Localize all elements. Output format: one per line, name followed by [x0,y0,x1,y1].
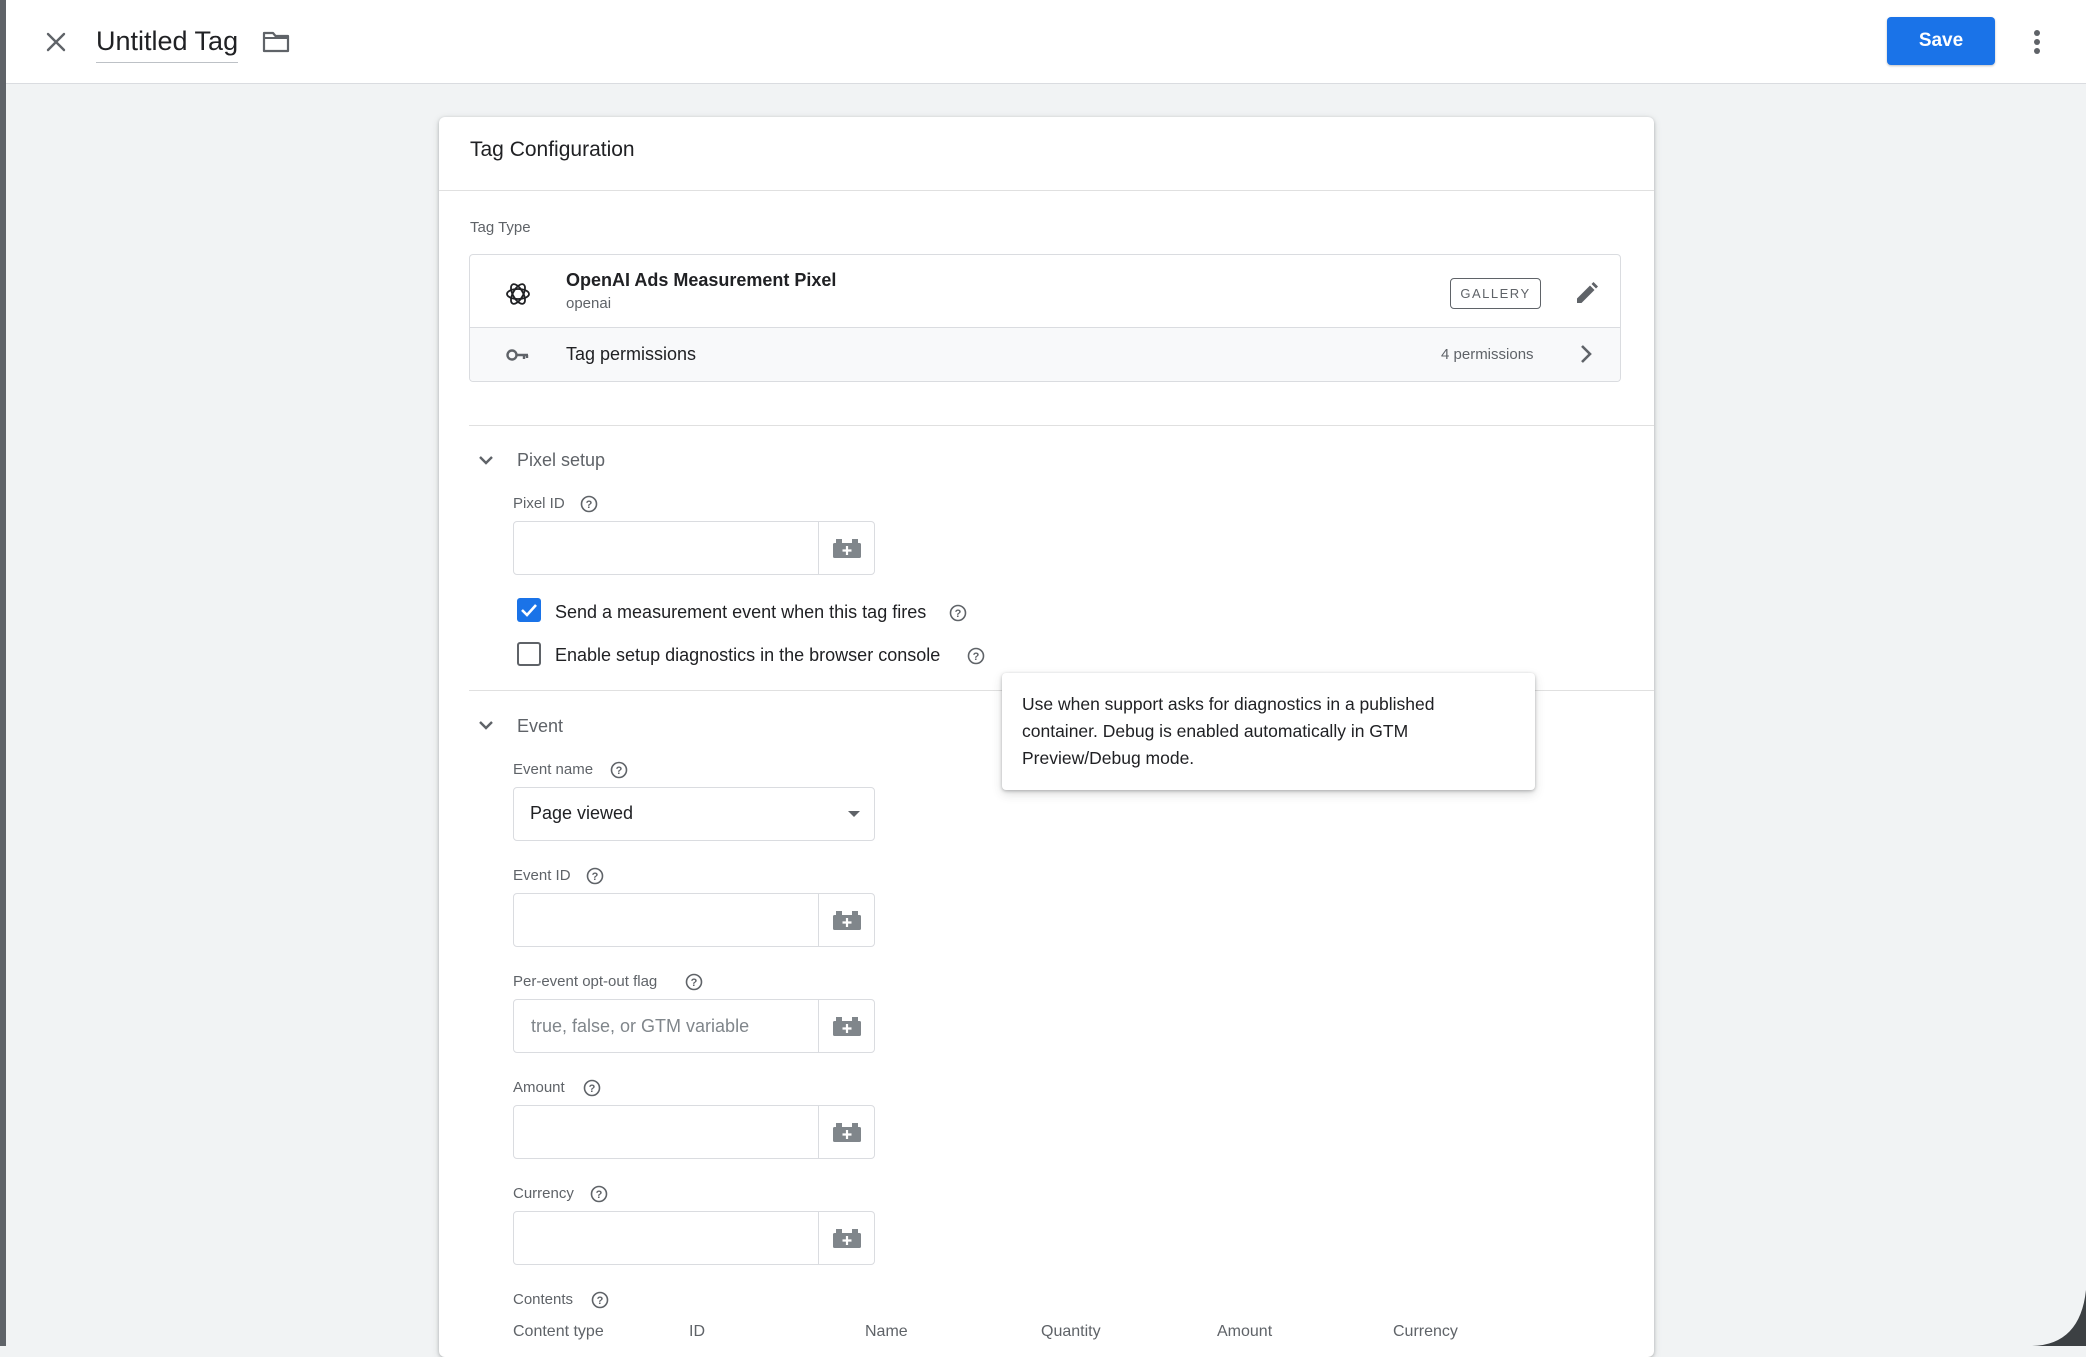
close-icon[interactable] [36,22,76,62]
svg-text:?: ? [586,499,593,511]
svg-text:?: ? [596,1189,603,1201]
help-icon[interactable]: ? [966,646,986,666]
svg-text:?: ? [589,1083,596,1095]
opt-out-input[interactable] [515,1001,819,1051]
pixel-id-label: Pixel ID [513,495,565,512]
svg-text:?: ? [691,977,698,989]
amount-label: Amount [513,1079,565,1096]
amount-field [513,1105,875,1159]
help-icon[interactable]: ? [948,603,968,623]
event-id-input[interactable] [515,895,819,945]
tag-permissions-count: 4 permissions [1441,346,1534,363]
send-event-label: Send a measurement event when this tag f… [555,602,927,622]
openai-logo-icon [503,279,533,309]
svg-text:?: ? [616,765,623,777]
tag-title-input[interactable]: Untitled Tag [96,24,239,63]
window-corner [2030,1290,2086,1346]
help-icon[interactable]: ? [590,1290,610,1310]
currency-input[interactable] [515,1213,819,1263]
variable-picker-button[interactable] [818,1106,874,1158]
opt-out-label: Per-event opt-out flag [513,973,658,990]
tag-type-vendor: openai [566,295,612,312]
contents-label: Contents [513,1291,574,1308]
chevron-down-icon[interactable] [472,711,500,739]
card-title-divider [439,190,1654,191]
column-header: Content type [513,1323,604,1340]
column-header: Quantity [1041,1323,1101,1340]
left-gutter [0,0,6,1346]
help-icon[interactable]: ? [589,1184,609,1204]
help-icon[interactable]: ? [585,866,605,886]
svg-text:?: ? [973,651,980,663]
folder-icon[interactable] [258,26,294,58]
chevron-right-icon [1574,340,1598,368]
chevron-down-icon[interactable] [472,446,500,474]
help-icon[interactable]: ? [582,1078,602,1098]
variable-picker-button[interactable] [818,522,874,574]
tag-type-name: OpenAI Ads Measurement Pixel [566,270,837,290]
column-header: Currency [1393,1323,1458,1340]
header-bar [6,0,2086,84]
amount-input[interactable] [515,1107,819,1157]
tag-type-label: Tag Type [470,219,531,236]
help-icon[interactable]: ? [684,972,704,992]
column-header: ID [689,1323,705,1340]
column-header: Amount [1217,1323,1273,1340]
variable-picker-button[interactable] [818,894,874,946]
section-divider [469,425,1654,426]
currency-label: Currency [513,1185,574,1202]
dropdown-arrow-icon [848,811,860,817]
pixel-setup-title[interactable]: Pixel setup [517,450,605,471]
diagnostics-tooltip: Use when support asks for diagnostics in… [1002,673,1535,790]
event-name-value: Page viewed [530,803,634,823]
diagnostics-label: Enable setup diagnostics in the browser … [555,645,941,665]
event-section-title[interactable]: Event [517,716,563,737]
pixel-id-field [513,521,875,575]
opt-out-field [513,999,875,1053]
edit-pencil-icon[interactable] [1570,278,1602,310]
pixel-id-input[interactable] [515,523,819,573]
svg-text:?: ? [597,1295,604,1307]
variable-picker-button[interactable] [818,1000,874,1052]
gallery-badge[interactable]: GALLERY [1450,278,1541,309]
variable-picker-button[interactable] [818,1212,874,1264]
event-name-select[interactable]: Page viewed [513,787,875,841]
key-icon [505,342,531,368]
column-header: Name [865,1323,908,1340]
help-icon[interactable]: ? [609,760,629,780]
event-name-label: Event name [513,761,594,778]
card-title: Tag Configuration [470,138,635,161]
diagnostics-checkbox[interactable] [517,642,541,666]
event-id-label: Event ID [513,867,571,884]
send-event-checkbox[interactable] [517,598,541,622]
svg-text:?: ? [592,871,599,883]
svg-text:?: ? [955,608,962,620]
event-id-field [513,893,875,947]
save-button[interactable]: Save [1887,17,1995,65]
more-vert-icon[interactable] [2022,22,2052,62]
help-icon[interactable]: ? [579,494,599,514]
currency-field [513,1211,875,1265]
tag-permissions-label: Tag permissions [566,344,697,364]
